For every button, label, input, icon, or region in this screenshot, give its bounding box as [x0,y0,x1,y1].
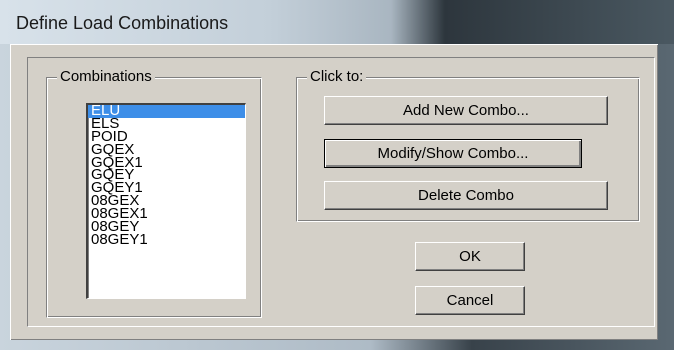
click-to-group-label: Click to: [307,68,367,85]
dialog-client-area: Combinations ELU ELS POID GQEX GQEX1 GQE… [10,44,658,340]
ok-button[interactable]: OK [415,242,525,271]
add-new-combo-button[interactable]: Add New Combo... [324,96,608,125]
modify-show-combo-button[interactable]: Modify/Show Combo... [324,139,582,168]
delete-combo-button[interactable]: Delete Combo [324,181,608,210]
list-item[interactable]: 08GEY1 [88,232,245,247]
combinations-listbox[interactable]: ELU ELS POID GQEX GQEX1 GQEY GQEY1 08GEX… [86,103,246,299]
title-bar[interactable]: Define Load Combinations [0,0,674,44]
cancel-button[interactable]: Cancel [415,286,525,315]
combinations-group-label: Combinations [57,68,155,85]
window-title: Define Load Combinations [16,13,229,33]
dialog-window: Define Load Combinations Combinations EL… [0,0,674,350]
